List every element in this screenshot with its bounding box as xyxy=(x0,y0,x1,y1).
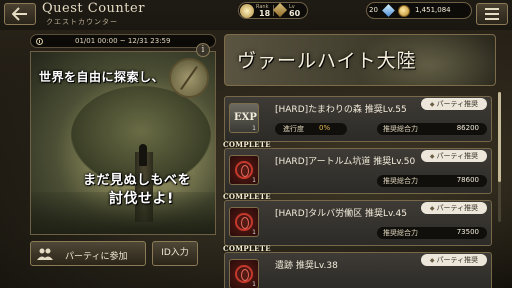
level-value: 60 xyxy=(289,9,301,18)
page-subtitle: クエストカウンター xyxy=(46,18,118,26)
power-value: 86200 xyxy=(456,124,479,132)
quest-name: [HARD]タルバ労働区 推奨Lv.45 xyxy=(275,209,407,219)
quest-emblem-icon: 1 xyxy=(229,259,259,288)
progress-label: 進行度 xyxy=(283,125,304,133)
hamburger-icon-bar xyxy=(485,18,499,20)
quest-item[interactable]: COMPLETE 1 [HARD]タルバ労働区 推奨Lv.45 パーティ推奨 推… xyxy=(223,192,492,246)
party-recommended-tag: パーティ推奨 xyxy=(421,150,487,162)
quest-list-scrollbar[interactable] xyxy=(498,92,501,222)
quest-count: 1 xyxy=(252,125,256,132)
quest-item[interactable]: COMPLETE 1 遺跡 推奨Lv.38 パーティ推奨 xyxy=(223,244,492,288)
region-title: ヴァールハイト大陸 xyxy=(237,50,417,72)
progress-value: 0% xyxy=(319,124,331,132)
quest-name: [HARD]アートルム坑道 推奨Lv.50 xyxy=(275,157,416,167)
power-display: 推奨総合力 86200 xyxy=(377,123,487,135)
power-label: 推奨総合力 xyxy=(383,229,418,237)
party-recommended-tag: パーティ推奨 xyxy=(421,202,487,214)
ring-emblem-icon xyxy=(235,213,253,231)
gem-icon xyxy=(382,4,395,17)
coin-icon xyxy=(398,5,410,17)
banner-text-line1: 世界を自由に探索し、 xyxy=(39,70,165,84)
exp-quest-icon: EXP 1 xyxy=(229,103,259,133)
party-join-label: パーティに参加 xyxy=(65,252,128,262)
complete-badge: COMPLETE xyxy=(223,140,271,149)
complete-badge: COMPLETE xyxy=(223,192,271,201)
scroll-thumb[interactable] xyxy=(498,92,501,182)
party-join-button[interactable]: パーティに参加 xyxy=(30,241,146,266)
banner-text-line3: 討伐せよ! xyxy=(109,191,174,207)
power-label: 推奨総合力 xyxy=(383,125,418,133)
party-icon xyxy=(37,248,53,260)
quest-count: 1 xyxy=(252,229,256,236)
clock-icon xyxy=(36,38,43,45)
quest-item[interactable]: EXP 1 [HARD]たまわりの森 推奨Lv.55 パーティ推奨 進行度 0%… xyxy=(224,96,492,142)
event-period: 01/01 00:00 ~ 12/31 23:59 xyxy=(30,34,216,48)
region-header: ヴァールハイト大陸 xyxy=(224,34,496,86)
menu-button[interactable] xyxy=(476,3,508,25)
quest-count: 1 xyxy=(252,177,256,184)
top-bar: Quest Counter クエストカウンター Rank 18 Lv 60 20… xyxy=(0,0,512,30)
exp-icon-label: EXP xyxy=(234,112,257,123)
rank-icon xyxy=(240,4,254,18)
progress-display: 進行度 0% xyxy=(275,123,347,135)
gem-count: 20 xyxy=(369,6,378,14)
quest-name: [HARD]たまわりの森 推奨Lv.55 xyxy=(275,105,407,115)
banner-text-line2: まだ見ぬしもべを xyxy=(83,173,192,188)
event-banner[interactable]: 世界を自由に探索し、 まだ見ぬしもべを 討伐せよ! xyxy=(30,51,216,235)
compass-icon xyxy=(169,58,209,98)
quest-count: 1 xyxy=(252,281,256,288)
quest-item[interactable]: COMPLETE 1 [HARD]アートルム坑道 推奨Lv.50 パーティ推奨 … xyxy=(223,140,492,194)
power-label: 推奨総合力 xyxy=(383,177,418,185)
ring-emblem-icon xyxy=(235,161,253,179)
quest-name: 遺跡 推奨Lv.38 xyxy=(275,261,338,271)
party-recommended-tag: パーティ推奨 xyxy=(421,98,487,110)
rank-value: 18 xyxy=(259,9,271,18)
player-status: Rank 18 Lv 60 xyxy=(238,2,308,19)
traveler-figure xyxy=(139,144,147,166)
party-recommended-tag: パーティ推奨 xyxy=(421,254,487,266)
hamburger-icon-bar xyxy=(485,13,499,15)
coin-count: 1,451,084 xyxy=(415,6,451,14)
complete-badge: COMPLETE xyxy=(223,244,271,253)
page-title: Quest Counter xyxy=(42,1,145,16)
info-icon[interactable]: i xyxy=(196,43,210,57)
power-value: 73500 xyxy=(456,228,479,236)
id-input-button[interactable]: ID入力 xyxy=(152,241,198,266)
quest-emblem-icon: 1 xyxy=(229,207,259,237)
hamburger-icon-bar xyxy=(485,8,499,10)
back-arrow-icon xyxy=(12,7,27,21)
period-text: 01/01 00:00 ~ 12/31 23:59 xyxy=(75,37,171,45)
level-icon xyxy=(272,2,288,18)
ring-emblem-icon xyxy=(235,265,253,283)
quest-emblem-icon: 1 xyxy=(229,155,259,185)
power-display: 推奨総合力 73500 xyxy=(377,227,487,239)
power-display: 推奨総合力 78600 xyxy=(377,175,487,187)
currency-display: 20 1,451,084 xyxy=(366,2,472,19)
back-button[interactable] xyxy=(4,3,36,25)
power-value: 78600 xyxy=(456,176,479,184)
